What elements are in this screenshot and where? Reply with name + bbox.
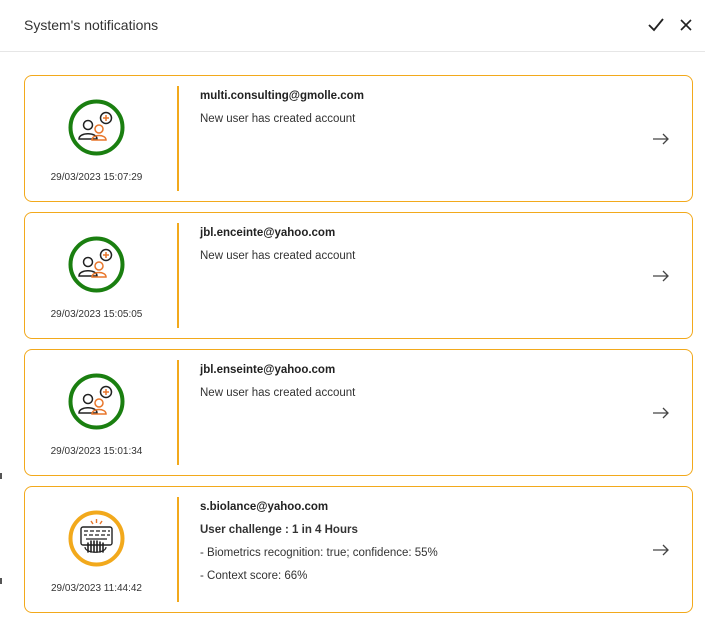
notification-message: New user has created account (200, 387, 356, 399)
new-user-icon (68, 99, 125, 156)
notification-email: jbl.enceinte@yahoo.com (200, 227, 336, 239)
notification-content: multi.consulting@gmolle.com New user has… (200, 88, 632, 127)
divider (177, 223, 179, 328)
notification-message: New user has created account (200, 113, 356, 125)
close-icon (680, 19, 692, 31)
notification-message: - Biometrics recognition: true; confiden… (200, 547, 438, 559)
header-actions (647, 16, 695, 34)
new-user-icon (68, 236, 125, 293)
divider (177, 360, 179, 465)
close-button[interactable] (677, 16, 695, 34)
notification-message: - Context score: 66% (200, 570, 308, 582)
mark-all-read-button[interactable] (647, 16, 665, 34)
notification-content: s.biolance@yahoo.com User challenge : 1 … (200, 499, 632, 584)
edge-mark (0, 578, 2, 584)
arrow-right-icon (653, 270, 669, 282)
notification-date: 29/03/2023 15:05:05 (50, 309, 143, 320)
page-title: System's notifications (24, 17, 159, 33)
open-notification-button[interactable] (652, 132, 670, 145)
arrow-right-icon (653, 407, 669, 419)
notification-card[interactable]: 29/03/2023 15:07:29 multi.consulting@gmo… (24, 75, 693, 202)
keyboard-alert-icon (68, 510, 125, 567)
notification-email: s.biolance@yahoo.com (200, 501, 329, 513)
notification-date: 29/03/2023 15:07:29 (50, 172, 143, 183)
notification-content: jbl.enceinte@yahoo.com New user has crea… (200, 225, 632, 264)
notification-date: 29/03/2023 15:01:34 (50, 446, 143, 457)
open-notification-button[interactable] (652, 543, 670, 556)
arrow-right-icon (653, 133, 669, 145)
notification-email: multi.consulting@gmolle.com (200, 90, 364, 102)
divider (177, 86, 179, 191)
notification-card[interactable]: 29/03/2023 15:01:34 jbl.enseinte@yahoo.c… (24, 349, 693, 476)
notifications-header: System's notifications (0, 0, 705, 52)
notification-email: jbl.enseinte@yahoo.com (200, 364, 336, 376)
new-user-icon (68, 373, 125, 430)
arrow-right-icon (653, 544, 669, 556)
notification-card[interactable]: 29/03/2023 15:05:05 jbl.enceinte@yahoo.c… (24, 212, 693, 339)
divider (177, 497, 179, 602)
notification-date: 29/03/2023 11:44:42 (50, 583, 142, 594)
notification-card[interactable]: 29/03/2023 11:44:42 s.biolance@yahoo.com… (24, 486, 693, 613)
open-notification-button[interactable] (652, 269, 670, 282)
checkmark-icon (648, 18, 664, 32)
notification-content: jbl.enseinte@yahoo.com New user has crea… (200, 362, 632, 401)
notification-message: New user has created account (200, 250, 356, 262)
edge-mark (0, 473, 2, 479)
open-notification-button[interactable] (652, 406, 670, 419)
notification-title: User challenge : 1 in 4 Hours (200, 524, 358, 536)
